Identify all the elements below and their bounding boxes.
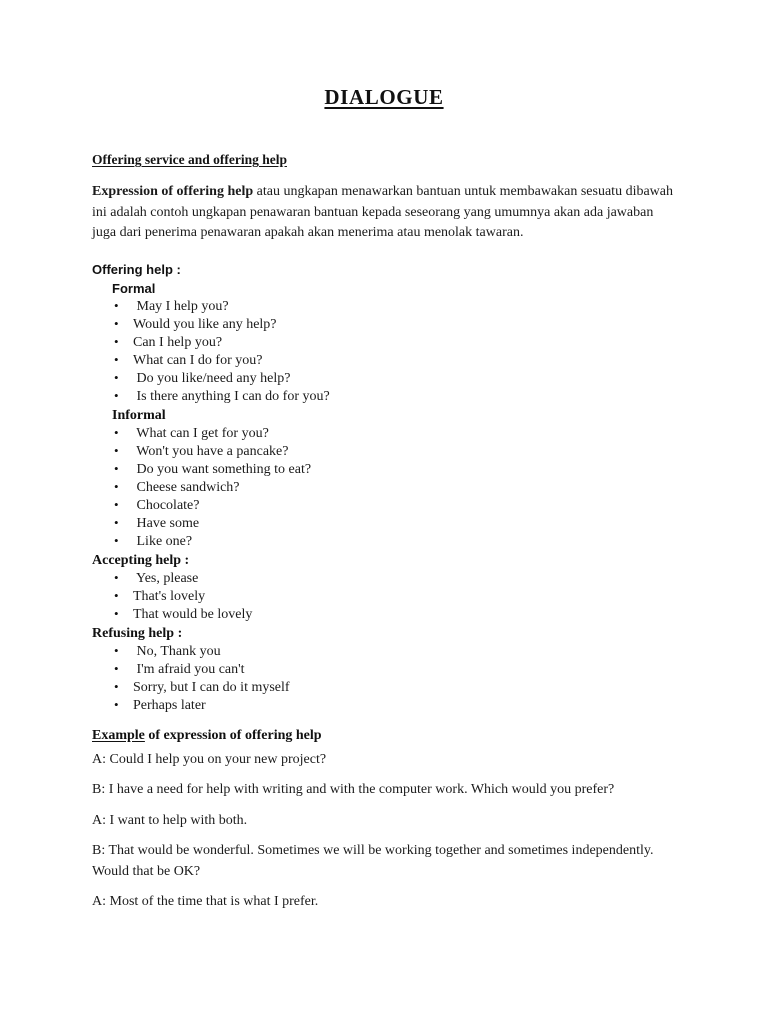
list-item: Do you like/need any help? [92,369,680,388]
list-item: Sorry, but I can do it myself [92,678,680,697]
accepting-help-list: Yes, please That's lovely That would be … [92,569,680,624]
list-item: Do you want something to eat? [92,460,680,479]
example-heading: Example of expression of offering help [92,728,680,744]
list-item: Can I help you? [92,333,680,352]
section-heading-text: Offering service and offering help [92,152,287,167]
list-item: Would you like any help? [92,315,680,334]
intro-paragraph: Expression of offering help atau ungkapa… [92,182,680,244]
informal-list: What can I get for you? Won't you have a… [92,424,680,551]
refusing-help-heading: Refusing help : [92,625,183,641]
list-item: What can I do for you? [92,351,680,370]
list-item: That's lovely [92,587,680,606]
formal-label: Formal [112,280,156,296]
page-title-text: DIALOGUE [324,85,444,109]
dialogue-line: A: Could I help you on your new project? [92,751,327,767]
dialogue-line: A: I want to help with both. [92,812,248,828]
dialogue-line: A: Most of the time that is what I prefe… [92,894,319,910]
list-item: Yes, please [92,569,680,588]
example-heading-underlined: Example [92,727,145,743]
list-item: Is there anything I can do for you? [92,387,680,406]
list-item: Perhaps later [92,696,680,715]
accepting-help-heading: Accepting help : [92,552,190,568]
example-heading-rest: of expression of offering help [144,727,322,743]
section-heading: Offering service and offering help [92,152,680,168]
informal-label: Informal [112,407,166,423]
dialogue-line: B: I have a need for help with writing a… [92,782,615,798]
offering-help-heading: Offering help : [92,261,181,277]
list-item: Won't you have a pancake? [92,442,680,461]
intro-bold-lead: Expression of offering help [92,184,254,199]
document-body: Offering service and offering help Expre… [92,152,680,913]
list-item: I'm afraid you can't [92,660,680,679]
list-item: That would be lovely [92,605,680,624]
formal-list: May I help you? Would you like any help?… [92,297,680,406]
list-item: Like one? [92,532,680,551]
page-title: DIALOGUE [0,85,768,110]
document-page: DIALOGUE Offering service and offering h… [0,0,768,1024]
list-item: Cheese sandwich? [92,478,680,497]
list-item: What can I get for you? [92,424,680,443]
list-item: Have some [92,514,680,533]
dialogue-line: B: That would be wonderful. Sometimes we… [92,843,654,879]
list-item: May I help you? [92,297,680,316]
refusing-help-list: No, Thank you I'm afraid you can't Sorry… [92,642,680,715]
list-item: Chocolate? [92,496,680,515]
list-item: No, Thank you [92,642,680,661]
